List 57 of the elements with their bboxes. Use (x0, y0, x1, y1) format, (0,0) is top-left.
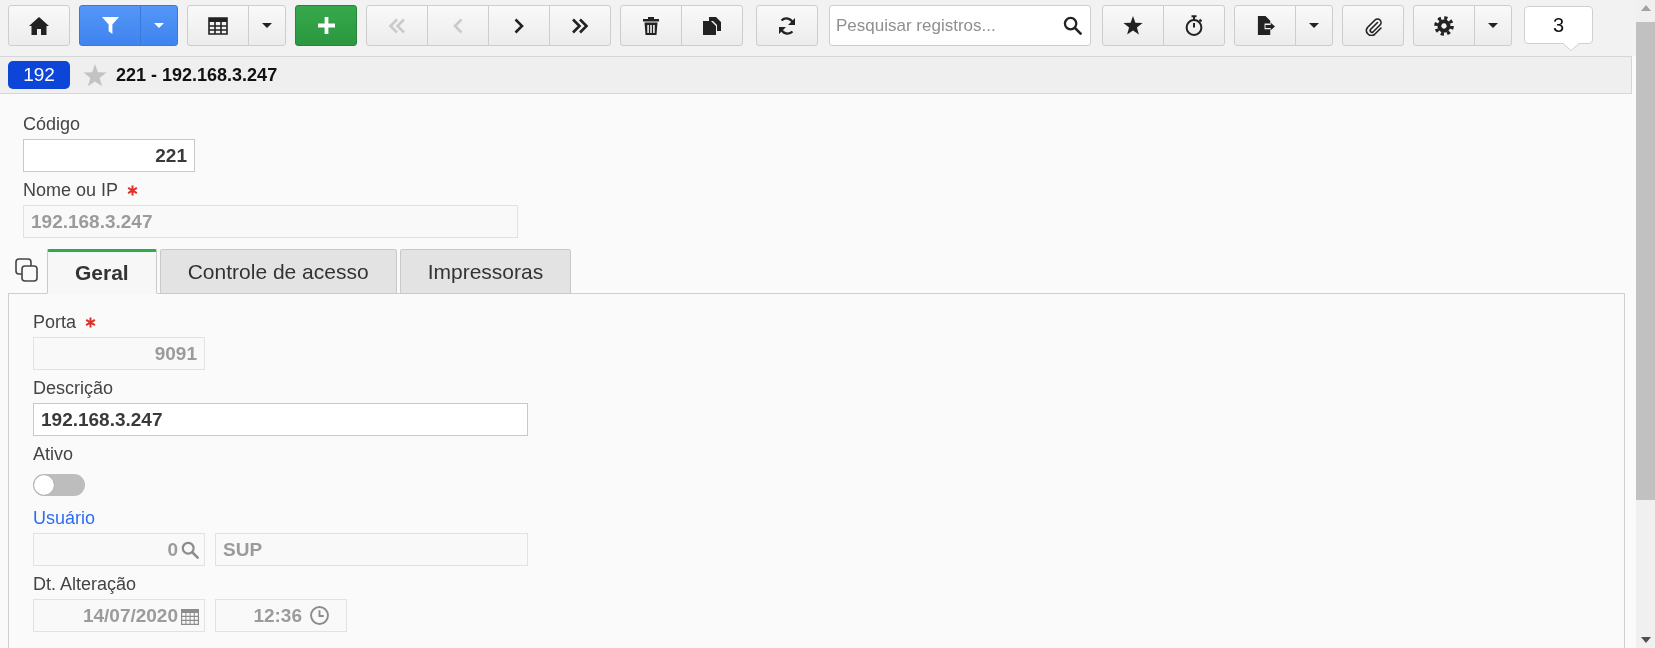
plus-icon (317, 17, 335, 34)
dropdown-button[interactable] (140, 5, 178, 46)
field-label: Nome ou IP (23, 180, 119, 200)
scroll-up-icon[interactable] (1640, 5, 1651, 11)
attach-button[interactable] (1342, 5, 1404, 46)
export-button[interactable] (1234, 5, 1296, 46)
home-icon (29, 16, 49, 35)
record-title: 221 - 192.168.3.247 (116, 64, 278, 86)
scrollbar[interactable] (1636, 0, 1655, 648)
chevron-right-icon (514, 17, 524, 34)
documents-icon (703, 16, 721, 35)
field-label: Porta (33, 312, 77, 332)
filter-icon (101, 17, 119, 34)
field-label: Dt. Alteração (33, 574, 137, 594)
caret-icon (154, 23, 164, 28)
field-label: Código (23, 114, 81, 134)
double-chevron-right-icon (571, 17, 589, 34)
caret-icon (262, 23, 272, 28)
search-field[interactable]: Pesquisar registros... (829, 5, 1091, 46)
add-button[interactable] (295, 5, 357, 46)
tab[interactable]: Controle de acesso (159, 249, 397, 294)
settings-button[interactable] (1413, 5, 1475, 46)
last-record-button[interactable] (549, 5, 611, 46)
field-label: Descrição (33, 378, 114, 398)
document-arrow-icon (1255, 16, 1275, 35)
chevron-left-icon (453, 17, 463, 34)
copy-icon[interactable] (15, 258, 38, 282)
home-button[interactable] (8, 5, 70, 46)
tab[interactable]: Geral (47, 249, 157, 294)
search-icon[interactable] (1063, 16, 1082, 35)
caret-icon (1309, 23, 1319, 28)
record-id-badge: 192 (8, 61, 70, 89)
settings-icon (1434, 15, 1454, 36)
double-chevron-left-icon (388, 17, 406, 34)
filter-button[interactable] (79, 5, 141, 46)
refresh-icon (777, 15, 797, 36)
delete-button[interactable] (620, 5, 682, 46)
trash-icon (643, 16, 659, 35)
number-field[interactable]: 221 (23, 139, 195, 172)
pointer-icon (1563, 43, 1579, 51)
table-icon (208, 16, 228, 35)
toggle-switch[interactable] (33, 474, 85, 496)
text-field[interactable]: 192.168.3.247 (33, 403, 528, 436)
timer-button[interactable] (1163, 5, 1225, 46)
favorite-button[interactable] (1102, 5, 1164, 46)
scroll-down-icon[interactable] (1640, 637, 1651, 643)
view-button[interactable] (187, 5, 249, 46)
tab[interactable]: Impressoras (399, 249, 572, 294)
refresh-button[interactable] (756, 5, 818, 46)
stopwatch-icon (1185, 15, 1203, 36)
star-icon[interactable] (83, 63, 107, 87)
paperclip-icon (1363, 15, 1383, 36)
field-label: Ativo (33, 444, 74, 464)
scrollbar-thumb[interactable] (1636, 22, 1655, 500)
copy-button[interactable] (681, 5, 743, 46)
caret-icon (1488, 23, 1498, 28)
star-icon (1123, 16, 1143, 35)
